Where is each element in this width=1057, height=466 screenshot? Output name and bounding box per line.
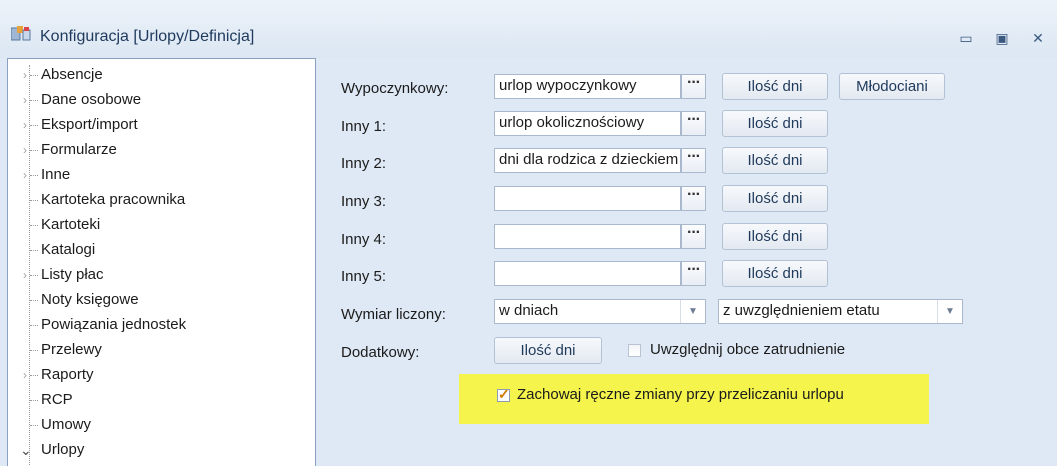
tree-connector — [30, 200, 38, 201]
input-value: urlop wypoczynkowy — [499, 77, 637, 94]
ilosc-dni-button[interactable]: Ilość dni — [722, 147, 828, 174]
window-title: Konfiguracja [Urlopy/Definicja] — [40, 28, 255, 45]
tree-connector — [30, 325, 38, 326]
tree-item-urlopy[interactable]: ⌄ Urlopy — [8, 440, 308, 462]
ellipsis-button[interactable]: ··· — [681, 186, 706, 211]
inny-1-input[interactable]: urlop okolicznościowy — [494, 111, 681, 136]
tree-item-label: Absencje — [41, 66, 103, 83]
dropdown-value: z uwzględnieniem etatu — [723, 302, 880, 319]
dropdown-value: w dniach — [499, 302, 559, 319]
maximize-icon[interactable]: ▣ — [991, 28, 1013, 48]
etat-dropdown[interactable]: z uwzględnieniem etatu ▼ — [718, 299, 963, 324]
tree-item-label: Przelewy — [41, 341, 102, 358]
ellipsis-button[interactable]: ··· — [681, 148, 706, 173]
ellipsis-button[interactable]: ··· — [681, 261, 706, 286]
chevron-down-icon[interactable]: ▼ — [937, 300, 962, 323]
tree-connector — [30, 225, 38, 226]
tree-connector — [30, 400, 38, 401]
checkmark-icon: ✓ — [498, 386, 510, 402]
tree-connector — [30, 350, 38, 351]
checkbox-label: Uwzględnij obce zatrudnienie — [650, 341, 846, 358]
tree-connector — [30, 375, 38, 376]
field-label: Wymiar liczony: — [341, 306, 446, 323]
tree-item-formularze[interactable]: › Formularze — [8, 140, 308, 162]
collapse-icon[interactable]: ⌄ — [20, 443, 32, 457]
tree-item-absencje[interactable]: › Absencje — [8, 65, 308, 87]
field-label: Inny 2: — [341, 155, 387, 172]
tree-item-przelewy[interactable]: Przelewy — [8, 340, 308, 362]
inny-4-input[interactable] — [494, 224, 681, 249]
inny-2-input[interactable]: dni dla rodzica z dzieckiem — [494, 148, 681, 173]
ilosc-dni-button[interactable]: Ilość dni — [722, 223, 828, 250]
tree-item-listy-plac[interactable]: › Listy płac — [8, 265, 308, 287]
input-value: urlop okolicznościowy — [499, 114, 645, 131]
tree-connector — [30, 300, 38, 301]
inny-3-input[interactable] — [494, 186, 681, 211]
config-tree[interactable]: › Absencje › Dane osobowe › Eksport/impo… — [7, 58, 316, 466]
tree-item-label: Katalogi — [41, 241, 96, 258]
tree-item-label: Umowy — [41, 416, 92, 433]
zachowaj-zmiany-checkbox[interactable]: ✓ — [497, 386, 510, 402]
wypoczynkowy-input[interactable]: urlop wypoczynkowy — [494, 74, 681, 99]
wymiar-dropdown[interactable]: w dniach ▼ — [494, 299, 706, 324]
tree-item-label: Noty księgowe — [41, 291, 139, 308]
tree-connector — [30, 275, 38, 276]
chevron-down-icon[interactable]: ▼ — [680, 300, 705, 323]
ellipsis-button[interactable]: ··· — [681, 224, 706, 249]
tree-item-eksport-import[interactable]: › Eksport/import — [8, 115, 308, 137]
obce-zatrudnienie-checkbox[interactable] — [628, 344, 641, 357]
tree-item-noty-ksiegowe[interactable]: Noty księgowe — [8, 290, 308, 312]
mlodociani-button[interactable]: Młodociani — [839, 73, 945, 100]
minimize-icon[interactable]: ▭ — [955, 28, 977, 48]
tree-item-umowy[interactable]: Umowy — [8, 415, 308, 437]
tree-item-label: Kartoteki — [41, 216, 101, 233]
tree-item-label: Urlopy — [41, 441, 85, 458]
tree-item-raporty[interactable]: › Raporty — [8, 365, 308, 387]
tree-connector — [30, 75, 38, 76]
ilosc-dni-button[interactable]: Ilość dni — [722, 185, 828, 212]
tree-connector — [30, 125, 38, 126]
field-label: Inny 1: — [341, 118, 387, 135]
tree-item-label: Inne — [41, 166, 71, 183]
tree-connector — [30, 250, 38, 251]
checkbox-label: Zachowaj ręczne zmiany przy przeliczaniu… — [517, 386, 844, 403]
tree-item-katalogi[interactable]: Katalogi — [8, 240, 308, 262]
close-icon[interactable]: ✕ — [1027, 28, 1049, 48]
inny-5-input[interactable] — [494, 261, 681, 286]
window-title-bar[interactable]: Konfiguracja [Urlopy/Definicja] ▭ ▣ ✕ — [0, 0, 1057, 58]
tree-item-label: Dane osobowe — [41, 91, 142, 108]
tree-item-label: Raporty — [41, 366, 94, 383]
tree-connector — [30, 150, 38, 151]
ilosc-dni-dodatkowy-button[interactable]: Ilość dni — [494, 337, 602, 364]
leave-definition-form: Wypoczynkowy: urlop wypoczynkowy ··· Ilo… — [316, 58, 1057, 465]
input-value: dni dla rodzica z dzieckiem — [499, 151, 679, 168]
field-label: Dodatkowy: — [341, 344, 420, 361]
tree-item-kartoteka-pracownika[interactable]: Kartoteka pracownika — [8, 190, 308, 212]
tree-connector — [30, 175, 38, 176]
field-label: Inny 4: — [341, 231, 387, 248]
tree-item-inne[interactable]: › Inne — [8, 165, 308, 187]
tree-item-dane-osobowe[interactable]: › Dane osobowe — [8, 90, 308, 112]
tree-connector — [30, 100, 38, 101]
tree-item-label: Eksport/import — [41, 116, 138, 133]
ilosc-dni-button[interactable]: Ilość dni — [722, 260, 828, 287]
tree-item-label: Formularze — [41, 141, 117, 158]
tree-item-label: Listy płac — [41, 266, 104, 283]
tree-connector — [30, 425, 38, 426]
ellipsis-button[interactable]: ··· — [681, 111, 706, 136]
tree-item-kartoteki[interactable]: Kartoteki — [8, 215, 308, 237]
tree-item-rcp[interactable]: RCP — [8, 390, 308, 412]
tree-item-label: RCP — [41, 391, 73, 408]
tree-item-powiazania-jednostek[interactable]: Powiązania jednostek — [8, 315, 308, 337]
ellipsis-button[interactable]: ··· — [681, 74, 706, 99]
field-label: Inny 3: — [341, 193, 387, 210]
tree-item-label: Kartoteka pracownika — [41, 191, 186, 208]
field-label: Wypoczynkowy: — [341, 80, 449, 97]
config-app-icon — [11, 26, 31, 41]
tree-item-label: Powiązania jednostek — [41, 316, 187, 333]
ilosc-dni-button[interactable]: Ilość dni — [722, 110, 828, 137]
field-label: Inny 5: — [341, 268, 387, 285]
ilosc-dni-button[interactable]: Ilość dni — [722, 73, 828, 100]
